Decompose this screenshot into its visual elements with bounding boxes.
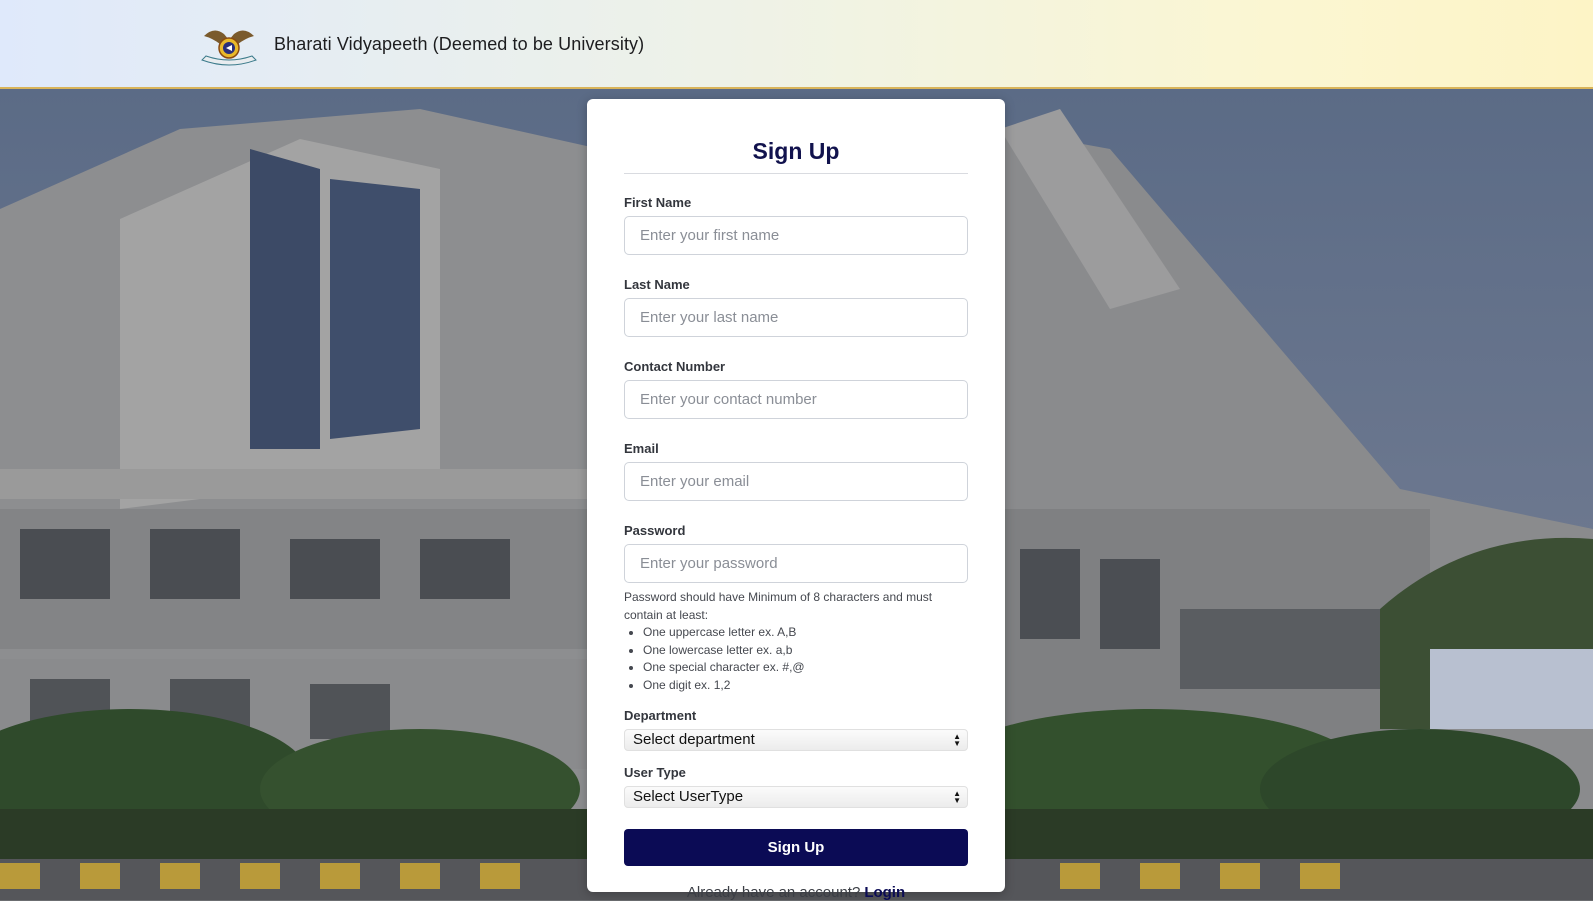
select-arrows-icon: ▲ ▼: [953, 789, 961, 805]
password-hint: Password should have Minimum of 8 charac…: [624, 589, 968, 694]
password-label: Password: [624, 523, 686, 538]
password-rule: One special character ex. #,@: [643, 659, 968, 677]
last-name-label: Last Name: [624, 277, 690, 292]
user-type-label: User Type: [624, 765, 686, 780]
select-arrows-icon: ▲ ▼: [953, 732, 961, 748]
contact-number-label: Contact Number: [624, 359, 726, 374]
contact-number-input[interactable]: [624, 380, 968, 419]
password-rule: One uppercase letter ex. A,B: [643, 624, 968, 642]
department-selected-value: Select department: [633, 731, 755, 748]
login-link[interactable]: Login: [864, 884, 905, 901]
password-hint-intro: Password should have Minimum of 8 charac…: [624, 590, 933, 622]
password-rules-list: One uppercase letter ex. A,B One lowerca…: [624, 624, 968, 694]
university-name: Bharati Vidyapeeth (Deemed to be Univers…: [274, 34, 645, 54]
top-header: Bharati Vidyapeeth (Deemed to be Univers…: [0, 0, 1593, 89]
user-type-select[interactable]: Select UserType ▲ ▼: [624, 786, 968, 808]
user-type-selected-value: Select UserType: [633, 788, 744, 805]
password-rule: One digit ex. 1,2: [643, 677, 968, 695]
signup-title: Sign Up: [624, 138, 968, 174]
email-input[interactable]: [624, 462, 968, 501]
email-label: Email: [624, 441, 659, 456]
signup-card: Sign Up First Name Last Name Contact Num…: [587, 99, 1005, 901]
password-rule: One lowercase letter ex. a,b: [643, 642, 968, 660]
password-input[interactable]: [624, 544, 968, 583]
login-prompt: Already have an account? Login: [624, 884, 968, 901]
department-select[interactable]: Select department ▲ ▼: [624, 729, 968, 751]
university-emblem-icon[interactable]: [200, 22, 258, 68]
login-prompt-text: Already have an account?: [686, 884, 861, 901]
last-name-input[interactable]: [624, 298, 968, 337]
first-name-input[interactable]: [624, 216, 968, 255]
first-name-label: First Name: [624, 195, 692, 210]
sign-up-button[interactable]: Sign Up: [624, 829, 968, 866]
department-label: Department: [624, 708, 697, 723]
